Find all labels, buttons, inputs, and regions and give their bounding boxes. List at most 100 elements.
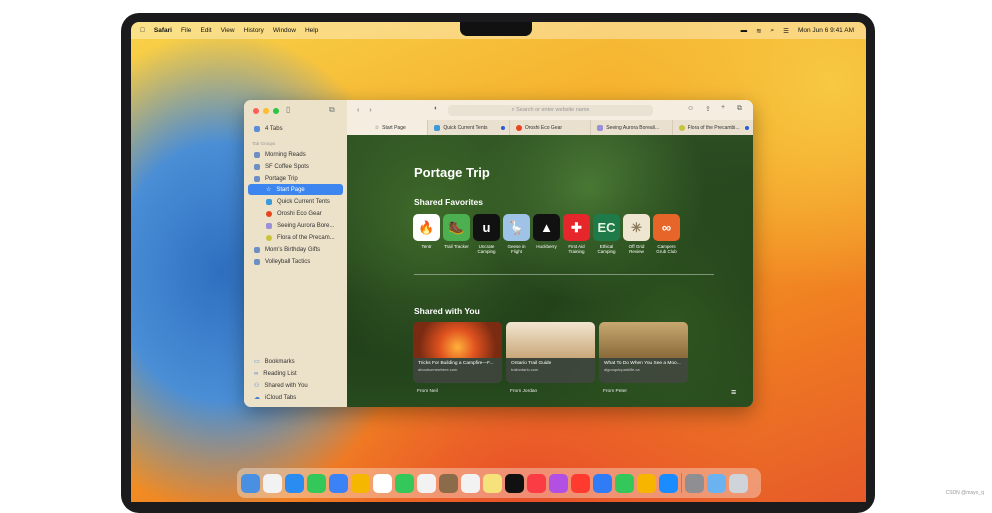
dock-app-icon[interactable]	[549, 473, 568, 493]
dock-app-icon[interactable]	[329, 473, 348, 493]
label: Portage Trip	[265, 175, 298, 182]
desktop:  Safari File Edit View History Window H…	[131, 22, 866, 502]
menu-window[interactable]: Window	[273, 27, 296, 34]
favorite-item[interactable]: EC Ethical Camping	[593, 214, 620, 254]
favorite-icon: 🪿	[503, 214, 530, 241]
menu-history[interactable]: History	[244, 27, 264, 34]
from-label[interactable]: From Jordan	[510, 389, 537, 394]
sidebar-group[interactable]: SF Coffee Spots	[248, 161, 343, 172]
sidebar-icloud-tabs[interactable]: ☁ iCloud Tabs	[248, 392, 343, 403]
menu-file[interactable]: File	[181, 27, 191, 34]
dock-app-icon[interactable]	[571, 473, 590, 493]
wifi-icon[interactable]: ≋	[756, 27, 761, 35]
sidebar-item-all-tabs[interactable]: 4 Tabs	[248, 123, 343, 134]
forward-icon[interactable]: ›	[369, 107, 371, 114]
sidebar-shared-with-you[interactable]: ⚇ Shared with You	[248, 380, 343, 391]
dock-app-icon[interactable]	[637, 473, 656, 493]
customize-icon[interactable]: ≡	[731, 387, 736, 397]
favorite-item[interactable]: ▲ Huckberry	[533, 214, 560, 254]
dock-app-icon[interactable]	[395, 473, 414, 493]
favorite-item[interactable]: 🔥 Tentr	[413, 214, 440, 254]
favorite-item[interactable]: ∞ Campers Grub Club	[653, 214, 680, 254]
sidebar-tab[interactable]: Oroshi Eco Gear	[248, 208, 343, 219]
sidebar-reading-list[interactable]: ∞ Reading List	[248, 368, 343, 379]
menu-view[interactable]: View	[221, 27, 235, 34]
shared-card[interactable]: What To Do When You See a Moo... algonqui…	[599, 322, 688, 383]
dock-app-icon[interactable]	[505, 473, 524, 493]
apple-menu-icon[interactable]: 	[140, 27, 145, 34]
start-page: Portage Trip Shared Favorites 🔥 Tentr 🥾 Tra…	[347, 135, 753, 407]
tab-overview-icon[interactable]: ⧉	[737, 105, 742, 113]
favorite-item[interactable]: ✳ Off Grid Review	[623, 214, 650, 254]
dock	[237, 468, 761, 498]
dock-app-icon[interactable]	[417, 473, 436, 493]
dock-app-icon[interactable]	[685, 473, 704, 493]
shared-card[interactable]: Tricks For Building a Campfire—F... about…	[413, 322, 502, 383]
sidebar-tab[interactable]: Seeing Aurora Bore...	[248, 220, 343, 231]
card-image	[413, 322, 502, 358]
dock-app-icon[interactable]	[593, 473, 612, 493]
dock-app-icon[interactable]	[351, 473, 370, 493]
search-icon[interactable]: ⌕	[771, 27, 775, 35]
control-center-icon[interactable]: ☰	[783, 27, 789, 35]
dock-app-icon[interactable]	[707, 473, 726, 493]
favorite-item[interactable]: ✚ First Aid Training	[563, 214, 590, 254]
dock-app-icon[interactable]	[241, 473, 260, 493]
share-icon[interactable]: ⇪	[705, 105, 711, 113]
tab-group-icon	[254, 151, 260, 158]
dock-app-icon[interactable]	[373, 473, 392, 493]
from-label[interactable]: From Neil	[417, 389, 438, 394]
dock-app-icon[interactable]	[483, 473, 502, 493]
privacy-shield-icon[interactable]: ◐	[434, 105, 438, 112]
sidebar-tab[interactable]: Flora of the Precam...	[248, 232, 343, 243]
dock-app-icon[interactable]	[263, 473, 282, 493]
dock-app-icon[interactable]	[527, 473, 546, 493]
shared-card[interactable]: Ontario Trail Guide trailontario.com	[506, 322, 595, 383]
favorite-icon: u	[473, 214, 500, 241]
new-tab-group-icon[interactable]: ⧉	[329, 105, 335, 115]
sidebar-bookmarks[interactable]: ▭ Bookmarks	[248, 356, 343, 367]
tab-label: Oroshi Eco Gear	[524, 124, 563, 131]
sidebar-group[interactable]: Mom's Birthday Gifts	[248, 244, 343, 255]
favorite-label: Tentr	[421, 244, 432, 249]
close-button[interactable]	[253, 108, 259, 114]
tab[interactable]: Quick Current Tents	[427, 120, 508, 135]
sidebar-toggle-icon[interactable]: ▯	[286, 105, 290, 114]
address-bar[interactable]: ⌕ Search or enter website name	[448, 105, 653, 116]
menu-edit[interactable]: Edit	[200, 27, 211, 34]
tab[interactable]: ☆ Start Page	[347, 120, 428, 135]
menu-app[interactable]: Safari	[154, 27, 172, 34]
dock-app-icon[interactable]	[439, 473, 458, 493]
dock-app-icon[interactable]	[659, 473, 678, 493]
dock-app-icon[interactable]	[615, 473, 634, 493]
favorite-label: Campers Grub Club	[656, 244, 677, 254]
back-icon[interactable]: ‹	[357, 107, 359, 114]
sidebar-tab[interactable]: Quick Current Tents	[248, 196, 343, 207]
battery-icon[interactable]: ▬	[741, 27, 748, 34]
sidebar-group[interactable]: Morning Reads	[248, 149, 343, 160]
from-label[interactable]: From Peter	[603, 389, 627, 394]
favorite-item[interactable]: u Uncrate Camping	[473, 214, 500, 254]
sidebar-group[interactable]: Volleyball Tactics	[248, 256, 343, 267]
dock-app-icon[interactable]	[285, 473, 304, 493]
clock[interactable]: Mon Jun 6 9:41 AM	[798, 27, 854, 34]
sidebar-tab[interactable]: ☆ Start Page	[248, 184, 343, 195]
dock-separator	[681, 473, 682, 493]
dock-app-icon[interactable]	[729, 473, 748, 493]
dock-app-icon[interactable]	[461, 473, 480, 493]
shared-people-icon[interactable]: ☺	[687, 105, 694, 112]
minimize-button[interactable]	[263, 108, 269, 114]
favorite-item[interactable]: 🥾 Trail Tracker	[443, 214, 470, 254]
new-tab-icon[interactable]: +	[721, 104, 725, 111]
zoom-button[interactable]	[273, 108, 279, 114]
tab[interactable]: Flora of the Precambi...	[671, 120, 753, 135]
favorite-item[interactable]: 🪿 Geese in Flight	[503, 214, 530, 254]
tab[interactable]: Seeing Aurora Boreali...	[590, 120, 671, 135]
menu-help[interactable]: Help	[305, 27, 318, 34]
sidebar-group[interactable]: Portage Trip	[248, 173, 343, 184]
favorite-icon: 🥾	[443, 214, 470, 241]
favicon	[266, 210, 272, 217]
tab[interactable]: Oroshi Eco Gear	[508, 120, 590, 135]
dock-app-icon[interactable]	[307, 473, 326, 493]
star-icon: ☆	[374, 124, 380, 131]
